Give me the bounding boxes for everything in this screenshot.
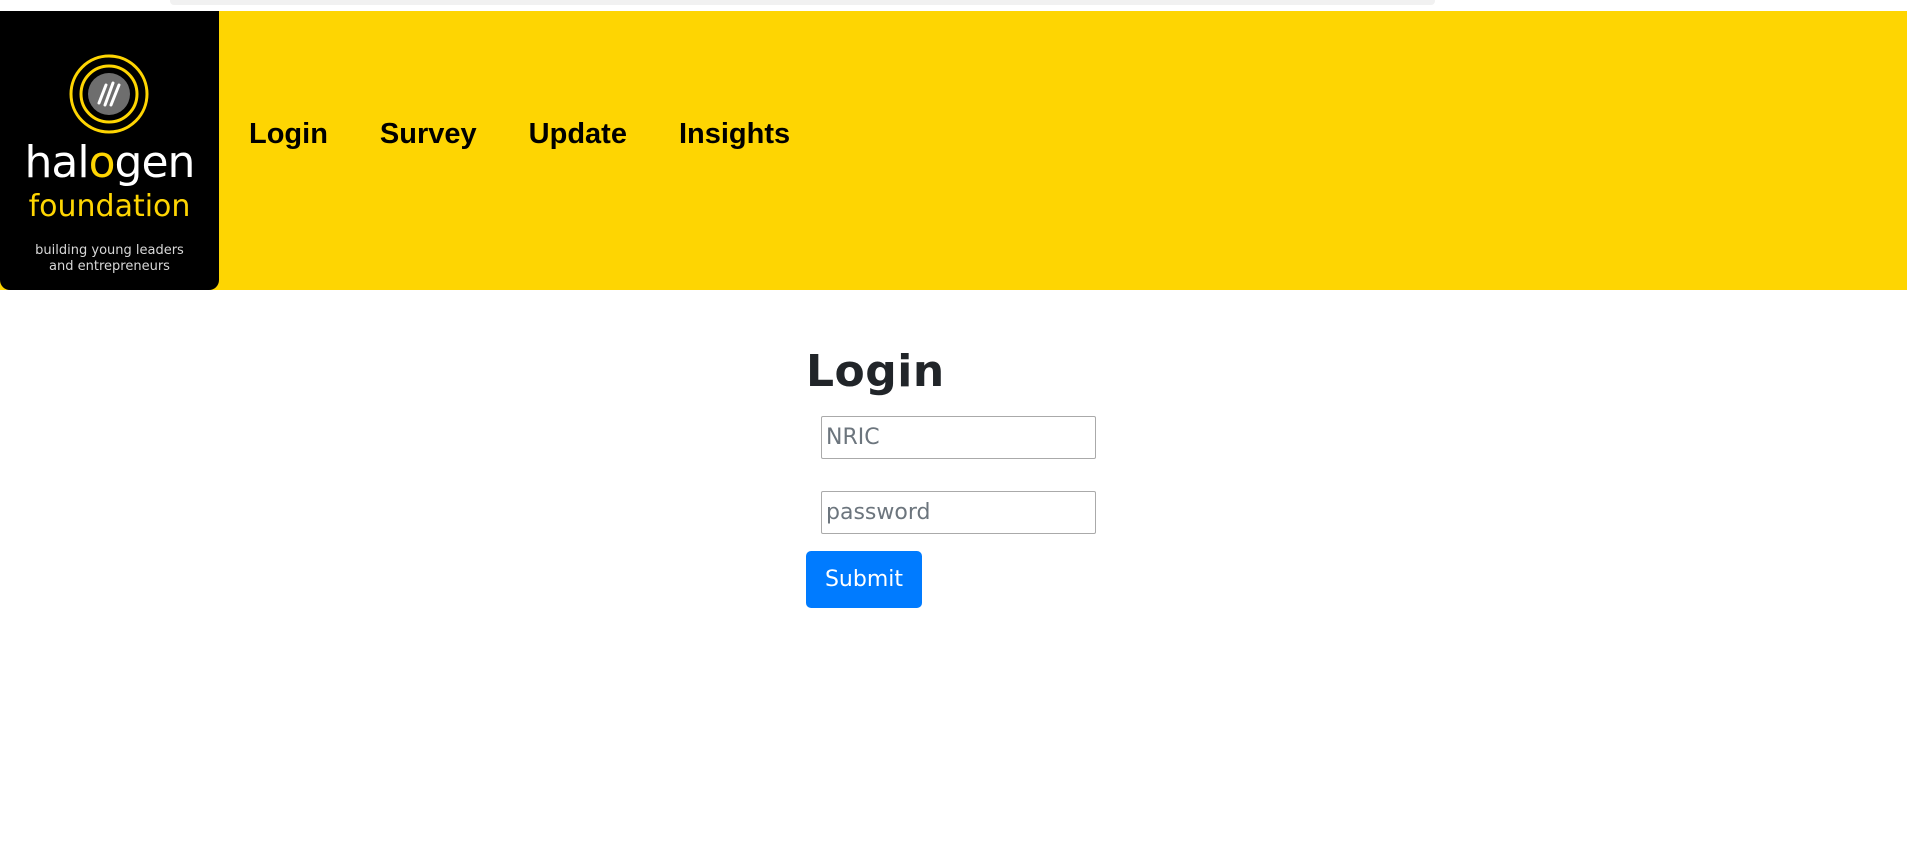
logo-tagline-line2: and entrepreneurs [49,259,170,274]
browser-top-pill [170,0,1435,5]
password-input[interactable] [821,491,1096,534]
logo-wordmark-part1: hal [24,137,90,188]
halogen-emblem-icon [69,54,149,134]
nav-link-insights[interactable]: Insights [679,116,790,152]
logo-subname: foundation [28,189,191,224]
logo-wordmark-part2: gen [114,137,196,188]
logo-wordmark: halogen [0,137,219,189]
logo-tagline-line1: building young leaders [35,243,184,258]
nav-link-survey[interactable]: Survey [380,116,477,152]
nav-link-login[interactable]: Login [249,116,328,152]
nric-input[interactable] [821,416,1096,459]
login-form: Login Submit [806,346,1106,608]
halogen-logo[interactable]: halogen foundation building young leader… [0,11,219,290]
main-nav: Login Survey Update Insights [249,116,842,152]
page-title: Login [806,346,945,397]
submit-button[interactable]: Submit [806,551,922,608]
logo-wordmark-accent: o [88,137,116,188]
logo-tagline: building young leaders and entrepreneurs [0,243,219,275]
nav-link-update[interactable]: Update [529,116,627,152]
